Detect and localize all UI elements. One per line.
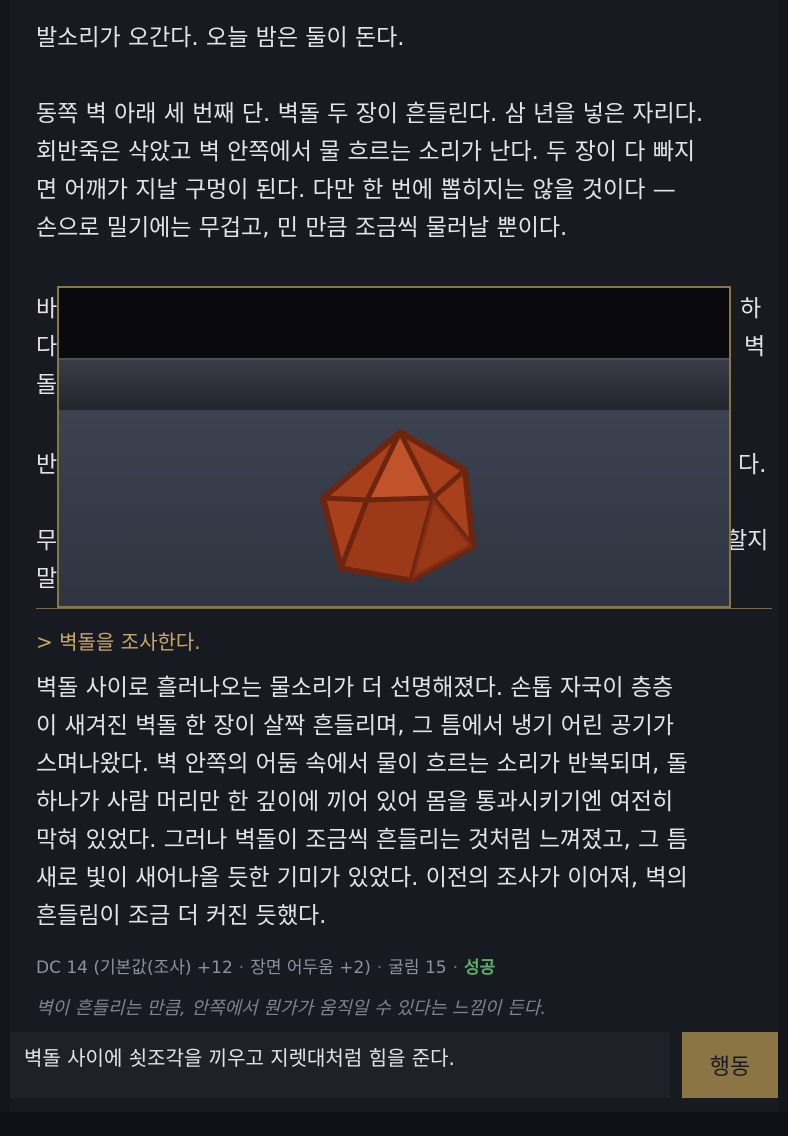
check-dc: DC 14 (기본값(조사) +12 — [36, 958, 233, 978]
check-separator: · — [376, 958, 383, 978]
obscured-text-fragment: 할지 — [726, 528, 769, 554]
check-separator: · — [238, 958, 245, 978]
dice-tray-wall — [59, 358, 729, 412]
story-paragraph-1: 발소리가 오간다. 오늘 밤은 둘이 돈다. — [36, 25, 405, 51]
check-outcome-badge: 성공 — [464, 958, 496, 978]
d20-die-icon — [320, 429, 476, 583]
result-text: 벽돌 사이로 흘러나오는 물소리가 더 선명해졌다. 손톱 자국이 층층 이 새… — [36, 675, 688, 929]
check-modifier: 장면 어두움 +2) — [250, 958, 371, 978]
game-page: 발소리가 오간다. 오늘 밤은 둘이 돈다. 동쪽 벽 아래 세 번째 단. 벽… — [0, 0, 788, 1136]
dice-roll-overlay — [57, 286, 731, 608]
player-action-echo: > 벽돌을 조사한다. — [36, 630, 201, 654]
obscured-text-fragment: 다. — [738, 452, 767, 478]
check-separator: · — [452, 958, 459, 978]
obscured-text-fragment: 하 — [740, 296, 762, 322]
dice-tray-shadow — [59, 288, 729, 358]
skill-check-line: DC 14 (기본값(조사) +12 · 장면 어두움 +2) · 굴림 15 · 성공 — [36, 953, 495, 978]
story-paragraph-2: 동쪽 벽 아래 세 번째 단. 벽돌 두 장이 흔들린다. 삼 년을 넣은 자리… — [36, 101, 704, 241]
check-roll: 굴림 15 — [388, 958, 447, 978]
flavor-text: 벽이 흔들리는 만큼, 안쪽에서 뭔가가 움직일 수 있다는 느낌이 든다. — [36, 998, 547, 1019]
bottom-bar — [0, 1112, 788, 1136]
obscured-text-fragment: 벽 — [744, 334, 766, 360]
submit-action-button[interactable]: 행동 — [682, 1032, 778, 1098]
action-input[interactable]: 벽돌 사이에 쇳조각을 끼우고 지렛대처럼 힘을 준다. — [10, 1032, 670, 1098]
section-divider — [36, 608, 772, 609]
